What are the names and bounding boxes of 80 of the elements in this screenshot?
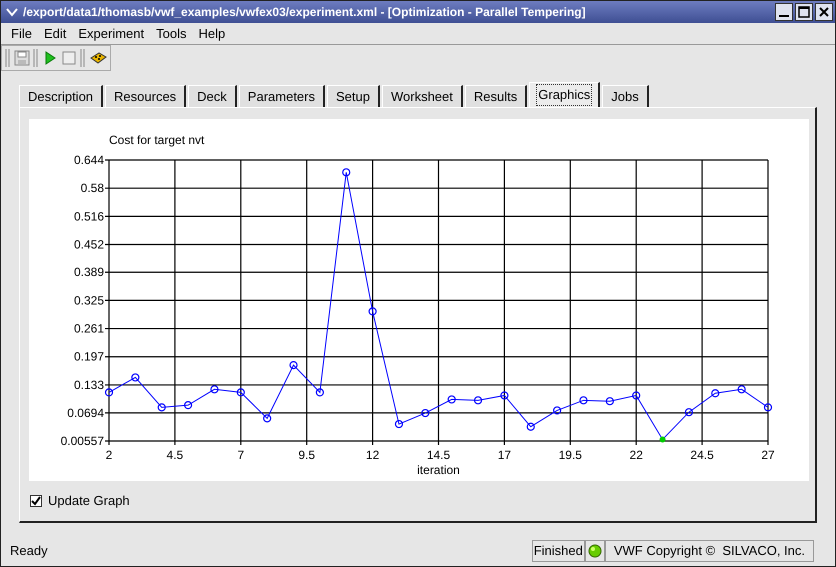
y-tick-label: 0.644 — [74, 153, 104, 167]
data-point — [158, 403, 166, 412]
dice-icon[interactable] — [89, 50, 107, 66]
toolbar-grip-icon — [80, 48, 86, 68]
data-point — [236, 388, 245, 396]
data-point — [368, 307, 377, 316]
menu-item[interactable]: Experiment — [78, 24, 144, 44]
data-point — [394, 420, 404, 428]
x-tick-label: 22 — [630, 448, 643, 462]
y-tick-label: 0.58 — [80, 181, 104, 196]
data-point — [316, 388, 324, 396]
tab[interactable]: Description — [19, 85, 104, 107]
y-tick-label: 0.325 — [74, 293, 104, 308]
status-led-icon — [588, 544, 602, 558]
y-tick-label: 0.389 — [74, 265, 104, 280]
menu-item[interactable]: Help — [198, 24, 226, 44]
tab[interactable]: Deck — [188, 85, 237, 107]
data-point — [131, 373, 140, 382]
y-tick-label: 0.452 — [74, 238, 104, 252]
tab[interactable]: Jobs — [602, 85, 649, 107]
save-icon[interactable] — [14, 50, 30, 66]
x-tick-label: 7 — [237, 448, 244, 462]
y-tick-label: 0.516 — [74, 209, 104, 224]
x-tick-label: 9.5 — [298, 448, 316, 462]
data-point — [526, 422, 535, 431]
maximize-icon[interactable] — [795, 3, 813, 21]
data-point — [263, 414, 272, 422]
tab[interactable]: Setup — [327, 85, 380, 107]
stop-icon[interactable] — [61, 50, 77, 66]
data-point — [210, 385, 219, 394]
data-point — [711, 389, 720, 398]
status-message: Ready — [10, 542, 49, 560]
data-point — [474, 396, 482, 404]
tab[interactable]: Results — [464, 85, 528, 107]
x-tick-label: 12 — [366, 448, 380, 462]
data-point — [342, 168, 350, 176]
data-point — [632, 391, 640, 400]
tab[interactable]: Resources — [105, 85, 186, 107]
data-point — [500, 391, 508, 400]
x-tick-label: 19.5 — [558, 448, 582, 462]
toolbar-grip-icon — [5, 48, 11, 68]
menu-item[interactable]: Tools — [156, 24, 186, 44]
minimize-icon[interactable] — [775, 3, 793, 21]
menu-item[interactable]: File — [11, 24, 32, 44]
tab[interactable]: Parameters — [238, 85, 325, 107]
close-icon[interactable] — [815, 3, 833, 21]
window-title: /export/data1/thomasb/vwf_examples/vwfex03/experiment.xml - [Optimization - Parallel Tempering] — [23, 4, 587, 21]
data-point — [289, 361, 298, 370]
x-axis-label: iteration — [417, 463, 460, 477]
data-point — [684, 408, 694, 416]
best-point-marker — [660, 436, 666, 442]
x-tick-label: 24.5 — [690, 448, 714, 462]
x-tick-label: 2 — [106, 448, 112, 462]
y-tick-label: 0.0694 — [67, 406, 104, 420]
x-tick-label: 14.5 — [426, 448, 450, 462]
y-tick-label: 0.133 — [74, 378, 104, 392]
chart-title: Cost for target nvt — [109, 133, 204, 147]
y-tick-label: 0.197 — [74, 350, 104, 364]
data-point — [448, 395, 456, 404]
data-point — [184, 401, 192, 410]
data-point — [421, 408, 430, 418]
menu-item[interactable]: Edit — [44, 24, 66, 44]
job-state: Finished — [532, 540, 585, 562]
data-point — [738, 385, 746, 394]
x-tick-label: 4.5 — [166, 448, 184, 462]
toolbar-grip-icon — [33, 48, 39, 68]
data-point — [553, 406, 562, 415]
y-tick-label: 0.261 — [74, 322, 104, 336]
data-point — [606, 397, 614, 406]
x-tick-label: 17 — [498, 448, 512, 462]
copyright-text: VWF Copyright © SILVACO, Inc. — [604, 540, 814, 562]
tab[interactable]: Graphics — [529, 82, 600, 107]
update-graph-label: Update Graph — [48, 492, 130, 510]
tab[interactable]: Worksheet — [382, 85, 463, 107]
data-point — [104, 388, 114, 396]
x-tick-label: 27 — [761, 448, 775, 462]
y-tick-label: 0.00557 — [60, 434, 104, 448]
data-point — [764, 403, 772, 412]
data-point — [579, 396, 588, 404]
update-graph-checkbox[interactable] — [30, 494, 42, 507]
